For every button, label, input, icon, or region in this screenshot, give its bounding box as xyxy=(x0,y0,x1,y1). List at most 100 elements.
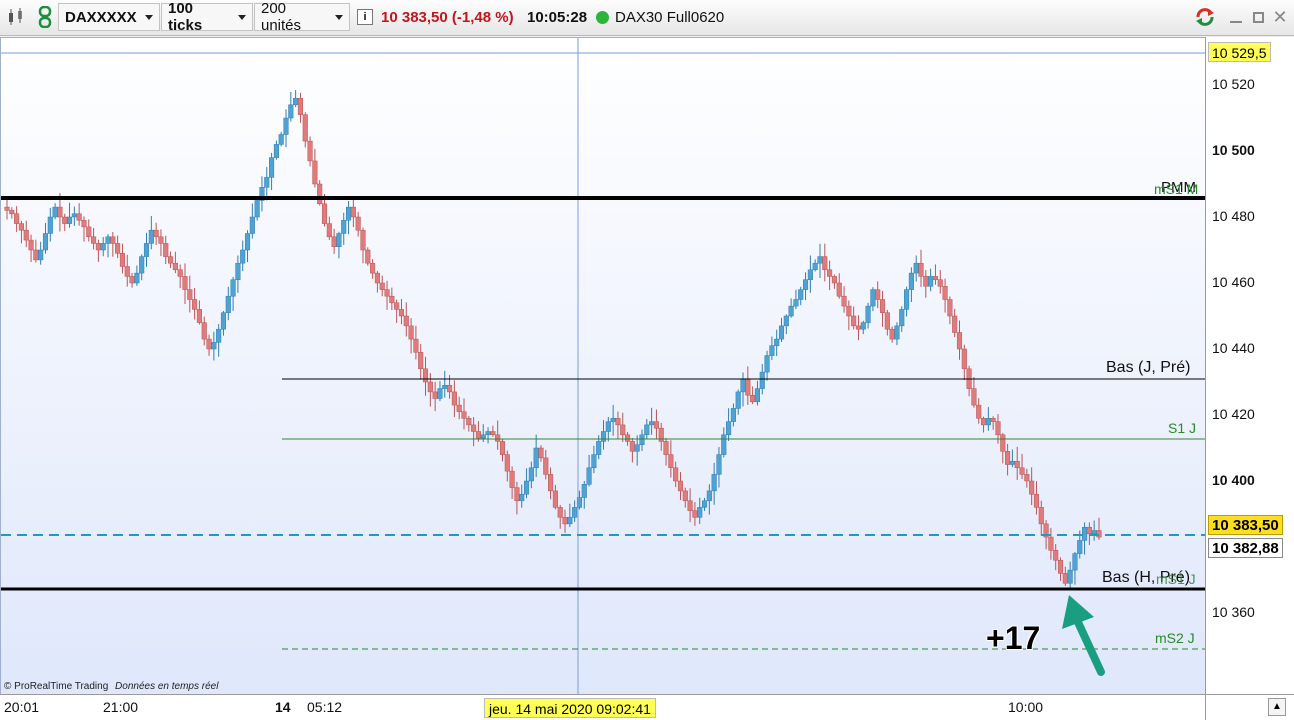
candle-body xyxy=(1096,530,1102,538)
candle-body xyxy=(807,269,813,280)
candle-body xyxy=(47,216,53,234)
candle-body xyxy=(336,233,342,247)
candle-body xyxy=(783,315,789,327)
candle-body xyxy=(701,500,708,508)
candle-body xyxy=(23,229,29,241)
candle-body xyxy=(793,299,799,307)
candle-body xyxy=(66,216,73,224)
candle-body xyxy=(216,328,222,343)
s1j-label: S1 J xyxy=(1168,420,1197,436)
ms1j-label: mS1 J xyxy=(1156,571,1196,587)
candle-body xyxy=(297,97,303,115)
candle-body xyxy=(307,140,313,162)
candle-body xyxy=(115,243,121,254)
ms2j-label: mS2 J xyxy=(1155,630,1195,646)
candle-body xyxy=(778,325,785,340)
minimize-icon[interactable] xyxy=(1226,3,1246,31)
candle-body xyxy=(240,249,246,264)
candle-body xyxy=(38,249,44,261)
candle-body xyxy=(52,206,58,218)
maximize-icon[interactable] xyxy=(1248,3,1268,31)
candle-body xyxy=(855,325,862,330)
candle-body xyxy=(9,210,15,214)
refresh-icon[interactable] xyxy=(1192,3,1218,31)
candle-body xyxy=(644,424,650,436)
candle-body xyxy=(14,213,20,224)
candle-body xyxy=(865,305,871,323)
candle-body xyxy=(687,500,693,511)
last-price-tag: 10 383,50 xyxy=(1208,515,1283,535)
candle-body xyxy=(548,474,554,492)
candle-body xyxy=(841,295,847,307)
candle-body xyxy=(836,282,842,297)
y-tick: 10 520 xyxy=(1212,76,1255,92)
instrument-label: DAXXXXX xyxy=(65,8,137,26)
candle-body xyxy=(1000,434,1006,452)
candle-body xyxy=(33,249,39,261)
candle-body xyxy=(1014,460,1020,469)
candle-body xyxy=(980,418,987,426)
candle-body xyxy=(735,391,741,409)
candle-body xyxy=(572,507,578,518)
candle-body xyxy=(899,309,905,327)
candle-body xyxy=(908,272,914,290)
candle-body xyxy=(1086,526,1092,535)
candle-body xyxy=(201,322,207,340)
candle-body xyxy=(192,299,198,310)
candle-body xyxy=(269,157,275,178)
candle-body xyxy=(803,279,809,290)
close-icon[interactable]: ✕ xyxy=(1270,3,1290,31)
candle-body xyxy=(740,378,746,393)
link-icon[interactable] xyxy=(33,3,57,31)
candle-body xyxy=(249,216,255,234)
candle-body xyxy=(196,309,202,323)
ms1-label: mS1 M xyxy=(1154,181,1199,197)
chevron-down-icon xyxy=(335,14,343,20)
candle-body xyxy=(586,467,592,485)
candle-body xyxy=(471,424,477,432)
status-indicator-icon xyxy=(596,3,609,31)
candle-body xyxy=(81,220,87,228)
candle-body xyxy=(514,487,520,502)
candle-body xyxy=(668,454,674,469)
time-axis[interactable]: 20:01 21:00 14 05:12 10:00 jeu. 14 mai 2… xyxy=(0,694,1205,720)
candle-body xyxy=(235,262,241,280)
candle-body xyxy=(168,256,174,264)
price-axis[interactable]: 10 529,5 10 520 10 500 10 480 10 460 10 … xyxy=(1205,37,1294,694)
period-label: 100 ticks xyxy=(168,0,203,34)
units-selector[interactable]: 200 unités xyxy=(254,0,350,34)
candle-body xyxy=(172,262,178,271)
candle-body xyxy=(480,434,486,439)
candle-body xyxy=(105,236,111,244)
candlestick-chart-icon[interactable] xyxy=(3,3,29,31)
candle-body xyxy=(331,236,337,247)
candle-body xyxy=(398,309,405,317)
candle-body xyxy=(427,381,433,393)
candle-body xyxy=(86,226,92,238)
candle-body xyxy=(639,434,645,445)
candle-body xyxy=(442,385,448,389)
candle-body xyxy=(504,454,510,472)
candle-body xyxy=(649,421,655,426)
candle-body xyxy=(76,213,82,221)
instrument-selector[interactable]: DAXXXXX xyxy=(58,3,160,31)
candle-body xyxy=(139,256,145,274)
candle-body xyxy=(956,332,963,350)
info-icon[interactable]: i xyxy=(356,3,374,31)
candle-body xyxy=(153,229,159,238)
candle-body xyxy=(754,388,760,403)
period-selector[interactable]: 100 ticks xyxy=(161,0,253,34)
candle-body xyxy=(706,490,712,502)
candle-body xyxy=(1072,553,1078,571)
candle-body xyxy=(91,236,97,244)
scroll-up-icon[interactable]: ▲ xyxy=(1268,698,1286,716)
secondary-price-tag: 10 382,88 xyxy=(1208,538,1283,558)
candle-body xyxy=(456,404,462,412)
candle-body xyxy=(904,289,910,310)
candle-body xyxy=(625,434,631,442)
candle-body xyxy=(220,312,227,330)
candle-body xyxy=(57,206,63,218)
price-chart[interactable]: PMM mS1 M Bas (J, Pré) S1 J Bas (H, Pré)… xyxy=(0,37,1205,694)
candle-body xyxy=(913,262,919,274)
candle-body xyxy=(317,183,323,205)
